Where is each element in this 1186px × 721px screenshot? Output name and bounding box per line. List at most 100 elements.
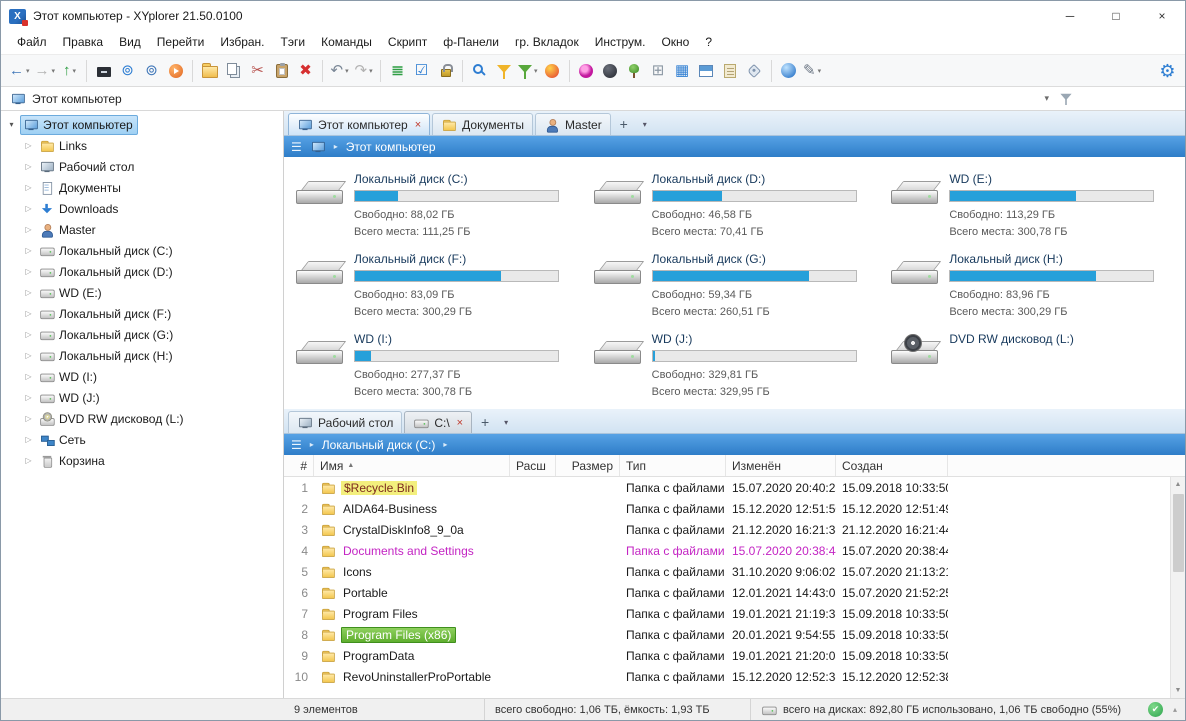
tree-item-documents[interactable]: ▷ Документы	[1, 177, 283, 198]
table-row[interactable]: 1 $Recycle.Bin Папка с файлами 15.07.202…	[284, 477, 1170, 498]
show-tree-button[interactable]: ≣	[386, 58, 409, 84]
tree-item-recycle-bin[interactable]: ▷ Корзина	[1, 450, 283, 471]
tree-item-drive-c[interactable]: ▷ Локальный диск (C:)	[1, 240, 283, 261]
expand-arrow-icon[interactable]: ▷	[23, 351, 34, 360]
checkbox-selection-button[interactable]: ☑	[410, 58, 433, 84]
tree-item-links[interactable]: ▷ Links	[1, 135, 283, 156]
redo-button[interactable]: ↷▾	[352, 58, 375, 84]
menu-window[interactable]: Окно	[653, 31, 697, 54]
expand-arrow-icon[interactable]: ▷	[23, 225, 34, 234]
tree-item-network[interactable]: ▷ Сеть	[1, 429, 283, 450]
settings-button[interactable]: ⚙	[1156, 58, 1179, 84]
paste-button[interactable]	[270, 58, 293, 84]
up-button[interactable]: ↑▾	[58, 58, 81, 84]
filter-button[interactable]	[492, 58, 515, 84]
table-row[interactable]: 9 ProgramData Папка с файлами 19.01.2021…	[284, 645, 1170, 666]
table-row-selected[interactable]: 8 Program Files (x86) Папка с файлами 20…	[284, 624, 1170, 645]
expand-arrow-icon[interactable]: ▷	[23, 141, 34, 150]
undo-button[interactable]: ↶▾	[328, 58, 351, 84]
menu-scripting[interactable]: Скрипт	[380, 31, 435, 54]
horizontal-panes-button[interactable]	[695, 58, 718, 84]
address-filter-icon[interactable]	[1060, 93, 1071, 99]
tree-item-drive-d[interactable]: ▷ Локальный диск (D:)	[1, 261, 283, 282]
menu-view[interactable]: Вид	[111, 31, 149, 54]
expand-arrow-icon[interactable]: ▷	[23, 162, 34, 171]
column-header-name[interactable]: Имя▲	[314, 455, 510, 476]
table-row[interactable]: 2 AIDA64-Business Папка с файлами 15.12.…	[284, 498, 1170, 519]
dark-mode-button[interactable]	[599, 58, 622, 84]
tab-drive-c[interactable]: C:\ ×	[404, 411, 472, 433]
tab-documents[interactable]: Документы	[432, 113, 533, 135]
folder-tree-button[interactable]	[623, 58, 646, 84]
expand-arrow-icon[interactable]: ▾	[6, 120, 17, 129]
tree-item-master[interactable]: ▷ Master	[1, 219, 283, 240]
close-tab-icon[interactable]: ×	[457, 417, 463, 429]
search-button[interactable]	[468, 58, 491, 84]
vertical-scrollbar[interactable]: ▲ ▼	[1170, 477, 1185, 698]
address-dropdown-icon[interactable]: ▾	[1044, 93, 1049, 104]
tree-item-drive-i[interactable]: ▷ WD (I:)	[1, 366, 283, 387]
tree-item-drive-g[interactable]: ▷ Локальный диск (G:)	[1, 324, 283, 345]
maximize-button[interactable]: □	[1093, 1, 1139, 31]
menu-hamburger-icon[interactable]: ☰	[291, 438, 302, 452]
address-bar[interactable]: Этот компьютер ▾	[1, 87, 1185, 111]
tree-item-downloads[interactable]: ▷ Downloads	[1, 198, 283, 219]
menu-commands[interactable]: Команды	[313, 31, 380, 54]
cut-button[interactable]: ✂	[246, 58, 269, 84]
drive-item-dvd-l[interactable]: DVD RW дисковод (L:)	[887, 327, 1185, 407]
menu-help[interactable]: ?	[697, 31, 720, 54]
tab-list-dropdown-icon[interactable]: ▾	[637, 113, 653, 135]
table-grid-button[interactable]: ▦	[671, 58, 694, 84]
drive-item-e[interactable]: WD (E:) Свободно: 113,29 ГБ Всего места:…	[887, 167, 1185, 247]
expand-arrow-icon[interactable]: ▷	[23, 309, 34, 318]
menu-file[interactable]: Файл	[9, 31, 55, 54]
tab-desktop[interactable]: Рабочий стол	[288, 411, 402, 433]
notes-button[interactable]	[719, 58, 742, 84]
forward-button[interactable]: →▾	[33, 58, 58, 84]
menu-panels[interactable]: ф-Панели	[435, 31, 507, 54]
visual-filter-button[interactable]: ▾	[516, 58, 540, 84]
drive-item-j[interactable]: WD (J:) Свободно: 329,81 ГБ Всего места:…	[590, 327, 888, 407]
tree-item-drive-e[interactable]: ▷ WD (E:)	[1, 282, 283, 303]
table-row[interactable]: 5 Icons Папка с файлами 31.10.2020 9:06:…	[284, 561, 1170, 582]
tree-item-drive-j[interactable]: ▷ WD (J:)	[1, 387, 283, 408]
expand-arrow-icon[interactable]: ▷	[23, 456, 34, 465]
expand-arrow-icon[interactable]: ▷	[23, 204, 34, 213]
table-row[interactable]: 10 RevoUninstallerProPortable Папка с фа…	[284, 666, 1170, 687]
table-row[interactable]: 3 CrystalDiskInfo8_9_0a Папка с файлами …	[284, 519, 1170, 540]
expand-arrow-icon[interactable]: ▷	[23, 246, 34, 255]
mirror-button[interactable]	[164, 58, 187, 84]
go-home-button[interactable]	[92, 58, 115, 84]
column-header-type[interactable]: Тип	[620, 455, 726, 476]
column-header-size[interactable]: Размер	[556, 455, 620, 476]
expand-arrow-icon[interactable]: ▷	[23, 393, 34, 402]
scroll-down-icon[interactable]: ▼	[1171, 683, 1186, 698]
drive-item-g[interactable]: Локальный диск (G:) Свободно: 59,34 ГБ В…	[590, 247, 888, 327]
color-filter-button[interactable]	[541, 58, 564, 84]
delete-button[interactable]: ✖	[294, 58, 317, 84]
customize-button[interactable]: ✎▾	[801, 58, 824, 84]
new-tab-button[interactable]: +	[613, 113, 635, 135]
column-header-created[interactable]: Создан	[836, 455, 948, 476]
column-header-modified[interactable]: Изменён	[726, 455, 836, 476]
breadcrumb[interactable]: Локальный диск (C:)	[322, 438, 436, 452]
tree-item-dvd-l[interactable]: ▷ DVD RW дисковод (L:)	[1, 408, 283, 429]
menu-go[interactable]: Перейти	[149, 31, 213, 54]
table-row[interactable]: 4 Documents and Settings Папка с файлами…	[284, 540, 1170, 561]
expand-arrow-icon[interactable]: ▷	[23, 183, 34, 192]
menu-tags[interactable]: Тэги	[273, 31, 314, 54]
menu-tabsets[interactable]: гр. Вкладок	[507, 31, 587, 54]
tree-item-drive-f[interactable]: ▷ Локальный диск (F:)	[1, 303, 283, 324]
drive-item-i[interactable]: WD (I:) Свободно: 277,37 ГБ Всего места:…	[292, 327, 590, 407]
scroll-up-icon[interactable]: ▲	[1171, 477, 1186, 492]
tree-item-desktop[interactable]: ▷ Рабочий стол	[1, 156, 283, 177]
tab-master[interactable]: Master	[535, 113, 611, 135]
expand-arrow-icon[interactable]: ▷	[23, 372, 34, 381]
spot-jump-button[interactable]: ⊚	[140, 58, 163, 84]
drive-item-c[interactable]: Локальный диск (C:) Свободно: 88,02 ГБ В…	[292, 167, 590, 247]
drive-item-f[interactable]: Локальный диск (F:) Свободно: 83,09 ГБ В…	[292, 247, 590, 327]
minimize-button[interactable]: ─	[1047, 1, 1093, 31]
column-header-number[interactable]: #	[284, 455, 314, 476]
close-tab-icon[interactable]: ×	[415, 119, 421, 131]
table-row[interactable]: 6 Portable Папка с файлами 12.01.2021 14…	[284, 582, 1170, 603]
